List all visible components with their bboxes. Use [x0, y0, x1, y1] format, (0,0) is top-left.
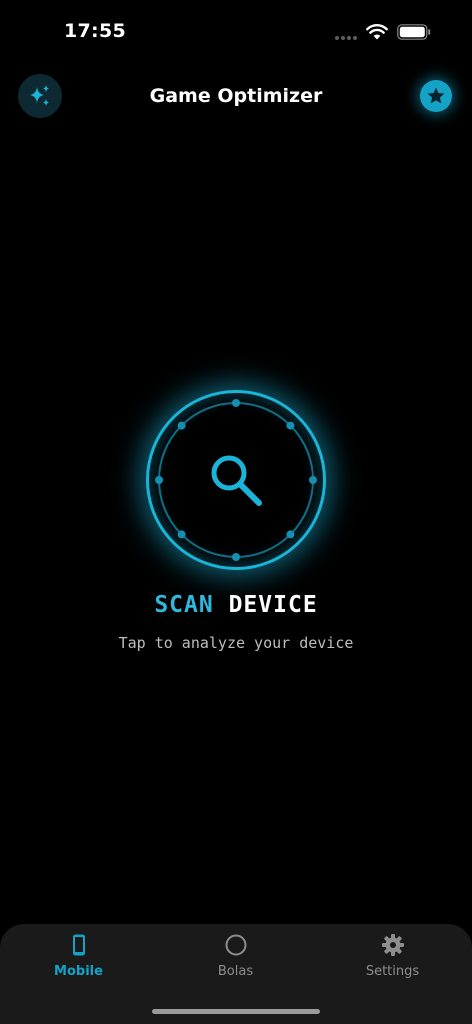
- tab-label-bolas: Bolas: [217, 964, 254, 979]
- wifi-icon: [366, 24, 388, 40]
- star-icon: [427, 87, 445, 104]
- app-screen: 17:55 Game Optimizer SCAN DEVICE Tap to …: [0, 0, 472, 1024]
- tab-label-settings: Settings: [365, 964, 420, 979]
- dial-dots: [155, 399, 317, 561]
- status-bar: 17:55: [0, 0, 472, 62]
- phone-icon: [72, 934, 85, 956]
- tab-bolas[interactable]: Bolas: [157, 924, 314, 994]
- page-title: Game Optimizer: [149, 85, 323, 107]
- magnifier-icon: [211, 455, 262, 506]
- battery-icon: [397, 24, 431, 40]
- cellular-signal-icon: [335, 36, 357, 40]
- home-indicator[interactable]: [152, 1009, 320, 1014]
- circle-icon: [225, 934, 246, 956]
- favorite-button[interactable]: [420, 80, 452, 112]
- header: Game Optimizer: [0, 74, 472, 120]
- gear-icon: [381, 934, 404, 956]
- tab-label-mobile: Mobile: [54, 964, 103, 979]
- tab-mobile[interactable]: Mobile: [0, 924, 157, 994]
- scan-button[interactable]: [146, 390, 326, 570]
- scan-title-word-1: SCAN: [154, 592, 214, 618]
- status-time: 17:55: [64, 20, 126, 42]
- scan-title: SCAN DEVICE: [0, 592, 472, 618]
- scan-title-word-2: DEVICE: [228, 592, 318, 618]
- scan-dial-graphic: [155, 399, 317, 561]
- scan-subtitle: Tap to analyze your device: [118, 634, 354, 652]
- tab-settings[interactable]: Settings: [314, 924, 471, 994]
